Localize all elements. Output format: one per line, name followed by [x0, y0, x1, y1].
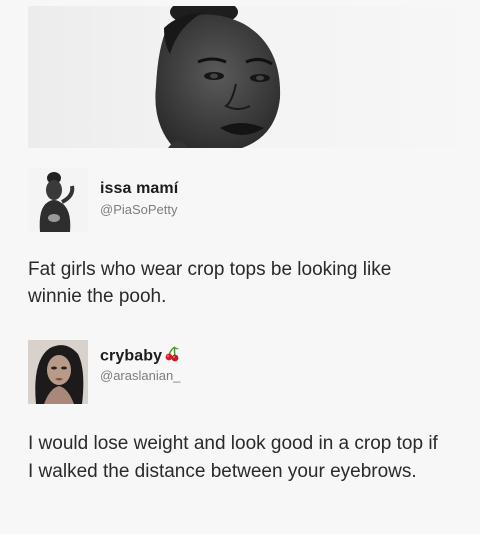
avatar[interactable] [28, 340, 88, 404]
username-handle[interactable]: @PiaSoPetty [100, 202, 178, 217]
avatar[interactable] [28, 168, 88, 232]
cherry-icon [164, 346, 180, 367]
attached-photo [28, 6, 456, 148]
tweet-text: I would lose weight and look good in a c… [28, 433, 438, 482]
screenshot-frame: issa mamí @PiaSoPetty Fat girls who wear… [0, 0, 480, 534]
display-name-text: crybaby [100, 347, 163, 365]
display-name[interactable]: issa mamí [100, 180, 178, 198]
username-handle[interactable]: @araslanian_ [100, 368, 180, 383]
tweet-text: Fat girls who wear crop tops be looking … [28, 259, 392, 307]
display-name[interactable]: crybaby [100, 346, 180, 367]
